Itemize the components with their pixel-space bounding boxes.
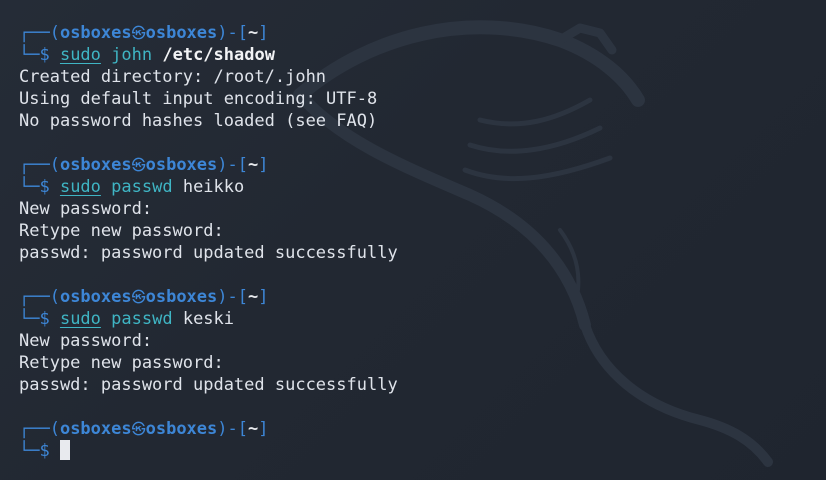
prompt-line: ┌──(osboxes㉿osboxes)-[~] [19,286,826,308]
prompt-frame: )-[ [217,419,248,439]
output-line: Using default input encoding: UTF-8 [19,89,378,109]
prompt-frame: ┌──( [19,287,60,307]
command-program: passwd [111,309,173,329]
command-program: passwd [111,177,173,197]
output-line: Retype new password: [19,353,224,373]
prompt-frame: )-[ [217,287,248,307]
prompt-frame: ] [258,23,269,43]
prompt-frame: ┌──( [19,23,60,43]
prompt-frame: └─$ [19,45,60,65]
command-input-line[interactable]: └─$ [19,440,826,462]
prompt-frame: └─$ [19,177,60,197]
prompt-host: osboxes [145,23,218,43]
prompt-frame: └─$ [19,441,60,461]
output-line: passwd: password updated successfully [19,243,398,263]
prompt-frame: ┌──( [19,155,60,175]
command-argument: /etc/shadow [162,45,275,65]
prompt-frame: ┌──( [19,419,60,439]
output-line: Retype new password: [19,221,224,241]
output-line: No password hashes loaded (see FAQ) [19,111,378,131]
prompt-skull-icon: ㉿ [131,422,146,438]
prompt-dir: ~ [247,287,259,307]
terminal-output: ┌──(osboxes㉿osboxes)-[~] └─$ sudo john /… [19,22,826,462]
prompt-dir: ~ [247,23,259,43]
prompt-user: osboxes [59,23,132,43]
prompt-host: osboxes [145,419,218,439]
prompt-frame: ] [258,287,269,307]
prompt-user: osboxes [59,419,132,439]
prompt-skull-icon: ㉿ [131,290,146,306]
prompt-line: ┌──(osboxes㉿osboxes)-[~] [19,22,826,44]
prompt-frame: )-[ [217,23,248,43]
prompt-host: osboxes [145,287,218,307]
prompt-line: ┌──(osboxes㉿osboxes)-[~] [19,418,826,440]
command-sudo: sudo [59,45,101,65]
prompt-skull-icon: ㉿ [131,158,146,174]
command-line: └─$ sudo john /etc/shadow [19,44,826,66]
command-program: john [111,45,153,65]
command-line: └─$ sudo passwd keski [19,308,826,330]
prompt-user: osboxes [59,287,132,307]
prompt-frame: )-[ [217,155,248,175]
terminal-window[interactable]: ┌──(osboxes㉿osboxes)-[~] └─$ sudo john /… [0,0,826,480]
prompt-user: osboxes [59,155,132,175]
prompt-frame: ] [258,419,269,439]
prompt-skull-icon: ㉿ [131,26,146,42]
prompt-host: osboxes [145,155,218,175]
prompt-dir: ~ [247,419,259,439]
output-line: Created directory: /root/.john [19,67,327,87]
command-line: └─$ sudo passwd heikko [19,176,826,198]
prompt-frame: └─$ [19,309,60,329]
prompt-dir: ~ [247,155,259,175]
output-line: passwd: password updated successfully [19,375,398,395]
command-sudo: sudo [59,309,101,329]
prompt-line: ┌──(osboxes㉿osboxes)-[~] [19,154,826,176]
command-argument: heikko [182,177,245,197]
command-argument: keski [182,309,235,329]
output-line: New password: [19,199,153,219]
command-sudo: sudo [59,177,101,197]
text-cursor[interactable] [59,440,70,460]
prompt-frame: ] [258,155,269,175]
output-line: New password: [19,331,153,351]
